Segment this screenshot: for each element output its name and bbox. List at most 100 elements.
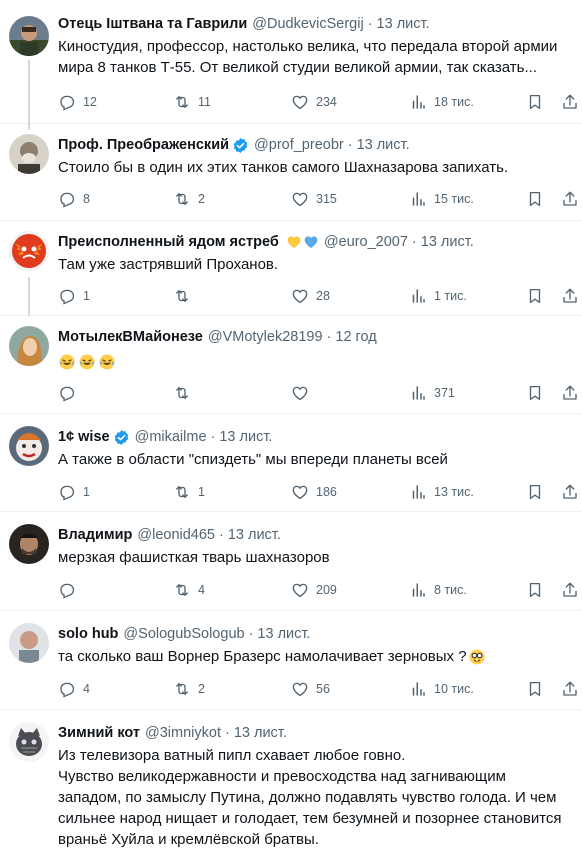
reply-button[interactable]: 1 [58,287,90,305]
like-button[interactable]: 56 [291,680,330,698]
avatar[interactable] [9,623,49,663]
view-count: 13 тис. [434,485,474,499]
tweet[interactable]: Владимир @leonid465 · 13 лист. мерзкая ф… [0,512,582,611]
tweet[interactable]: Зимний кот @3imniykot · 13 лист. Из теле… [0,710,582,857]
tweet[interactable]: Отець Іштвана та Гаврили @DudkevicSergij… [0,0,582,130]
avatar[interactable] [9,722,49,762]
like-button[interactable] [291,384,316,402]
share-button[interactable] [561,483,579,501]
timestamp[interactable]: 13 лист. [234,723,287,743]
share-button[interactable] [561,680,579,698]
display-name[interactable]: Зимний кот [58,723,140,743]
share-button[interactable] [561,287,579,305]
display-name[interactable]: МотылекВМайонезе [58,327,203,347]
avatar[interactable] [9,524,49,564]
timestamp[interactable]: 13 лист. [228,525,281,545]
user-handle[interactable]: @VMotylek28199 [208,327,323,347]
tweet[interactable]: Преисполненный ядом ястреб @euro_2007 · … [0,221,582,316]
laughing-tears-emoji-icon [59,354,75,370]
like-button[interactable]: 315 [291,190,337,208]
reply-button[interactable]: 4 [58,680,90,698]
like-count: 28 [316,289,330,303]
yellow-heart-icon [287,236,301,248]
user-handle[interactable]: @leonid465 [137,525,215,545]
reply-count: 8 [83,192,90,206]
avatar[interactable] [9,326,49,366]
heart-icon [292,289,308,304]
tweet[interactable]: solo hub @SologubSologub · 13 лист. та с… [0,611,582,710]
display-name[interactable]: Проф. Преображенский [58,135,229,155]
analytics-icon [412,386,425,400]
retweet-button[interactable]: 1 [173,483,205,501]
avatar[interactable] [9,134,49,174]
bookmark-button[interactable] [526,483,544,501]
reply-button[interactable]: 1 [58,483,90,501]
tweet-actions: 8 2 315 15 тис. [58,189,577,209]
reply-button[interactable] [58,581,83,599]
laughing-tears-emoji-icon [79,354,95,370]
tweet[interactable]: 1¢ wise @mikailme · 13 лист. А также в о… [0,414,582,512]
reply-count: 12 [83,95,97,109]
share-icon [563,582,577,597]
user-handle[interactable]: @euro_2007 [324,232,408,252]
display-name[interactable]: Отець Іштвана та Гаврили [58,14,247,34]
bookmark-button[interactable] [526,680,544,698]
share-icon [563,288,577,303]
separator-dot: · [411,234,417,250]
tweet[interactable]: МотылекВМайонезе @VMotylek28199 · 12 год… [0,316,582,414]
retweet-button[interactable] [173,287,198,305]
reply-button[interactable]: 8 [58,190,90,208]
avatar[interactable] [9,16,49,56]
user-handle[interactable]: @DudkevicSergij [252,14,363,34]
timestamp[interactable]: 12 год [335,327,376,347]
display-name[interactable]: solo hub [58,624,118,644]
views-button[interactable]: 371 [409,384,455,402]
views-button[interactable]: 1 тис. [409,287,467,305]
reply-button[interactable]: 12 [58,93,97,111]
timestamp[interactable]: 13 лист. [357,135,410,155]
display-name[interactable]: 1¢ wise [58,427,110,447]
timestamp[interactable]: 13 лист. [421,232,474,252]
user-handle[interactable]: @prof_preobr [254,135,344,155]
display-name[interactable]: Преисполненный ядом ястреб [58,232,279,252]
avatar[interactable] [9,231,49,271]
timestamp[interactable]: 13 лист. [377,14,430,34]
like-button[interactable]: 209 [291,581,337,599]
retweet-button[interactable]: 2 [173,190,205,208]
share-button[interactable] [561,190,579,208]
reply-button[interactable] [58,384,83,402]
timestamp[interactable]: 13 лист. [219,427,272,447]
like-button[interactable]: 234 [291,93,337,111]
display-name[interactable]: Владимир [58,525,132,545]
retweet-button[interactable]: 11 [173,93,211,111]
user-handle[interactable]: @SologubSologub [123,624,244,644]
tweet-text: Стоило бы в один их этих танков самого Ш… [58,159,509,176]
like-button[interactable]: 186 [291,483,337,501]
views-button[interactable]: 13 тис. [409,483,474,501]
bookmark-button[interactable] [526,190,544,208]
like-button[interactable]: 28 [291,287,330,305]
views-button[interactable]: 15 тис. [409,190,474,208]
timestamp[interactable]: 13 лист. [257,624,310,644]
share-button[interactable] [561,384,579,402]
bookmark-button[interactable] [526,581,544,599]
tweet[interactable]: Проф. Преображенский @prof_preobr · 13 л… [0,124,582,221]
bookmark-button[interactable] [526,287,544,305]
retweet-count: 2 [198,192,205,206]
user-handle[interactable]: @3imniykot [145,723,221,743]
share-button[interactable] [561,581,579,599]
views-button[interactable]: 10 тис. [409,680,474,698]
views-button[interactable]: 8 тис. [409,581,467,599]
share-button[interactable] [561,93,579,111]
bookmark-button[interactable] [526,93,544,111]
separator-dot: · [347,137,353,153]
retweet-button[interactable]: 4 [173,581,205,599]
thread-line [28,277,30,316]
avatar[interactable] [9,426,49,466]
retweet-button[interactable]: 2 [173,680,205,698]
user-handle[interactable]: @mikailme [135,427,207,447]
reply-icon [60,583,75,599]
retweet-button[interactable] [173,384,198,402]
bookmark-button[interactable] [526,384,544,402]
views-button[interactable]: 18 тис. [409,93,474,111]
